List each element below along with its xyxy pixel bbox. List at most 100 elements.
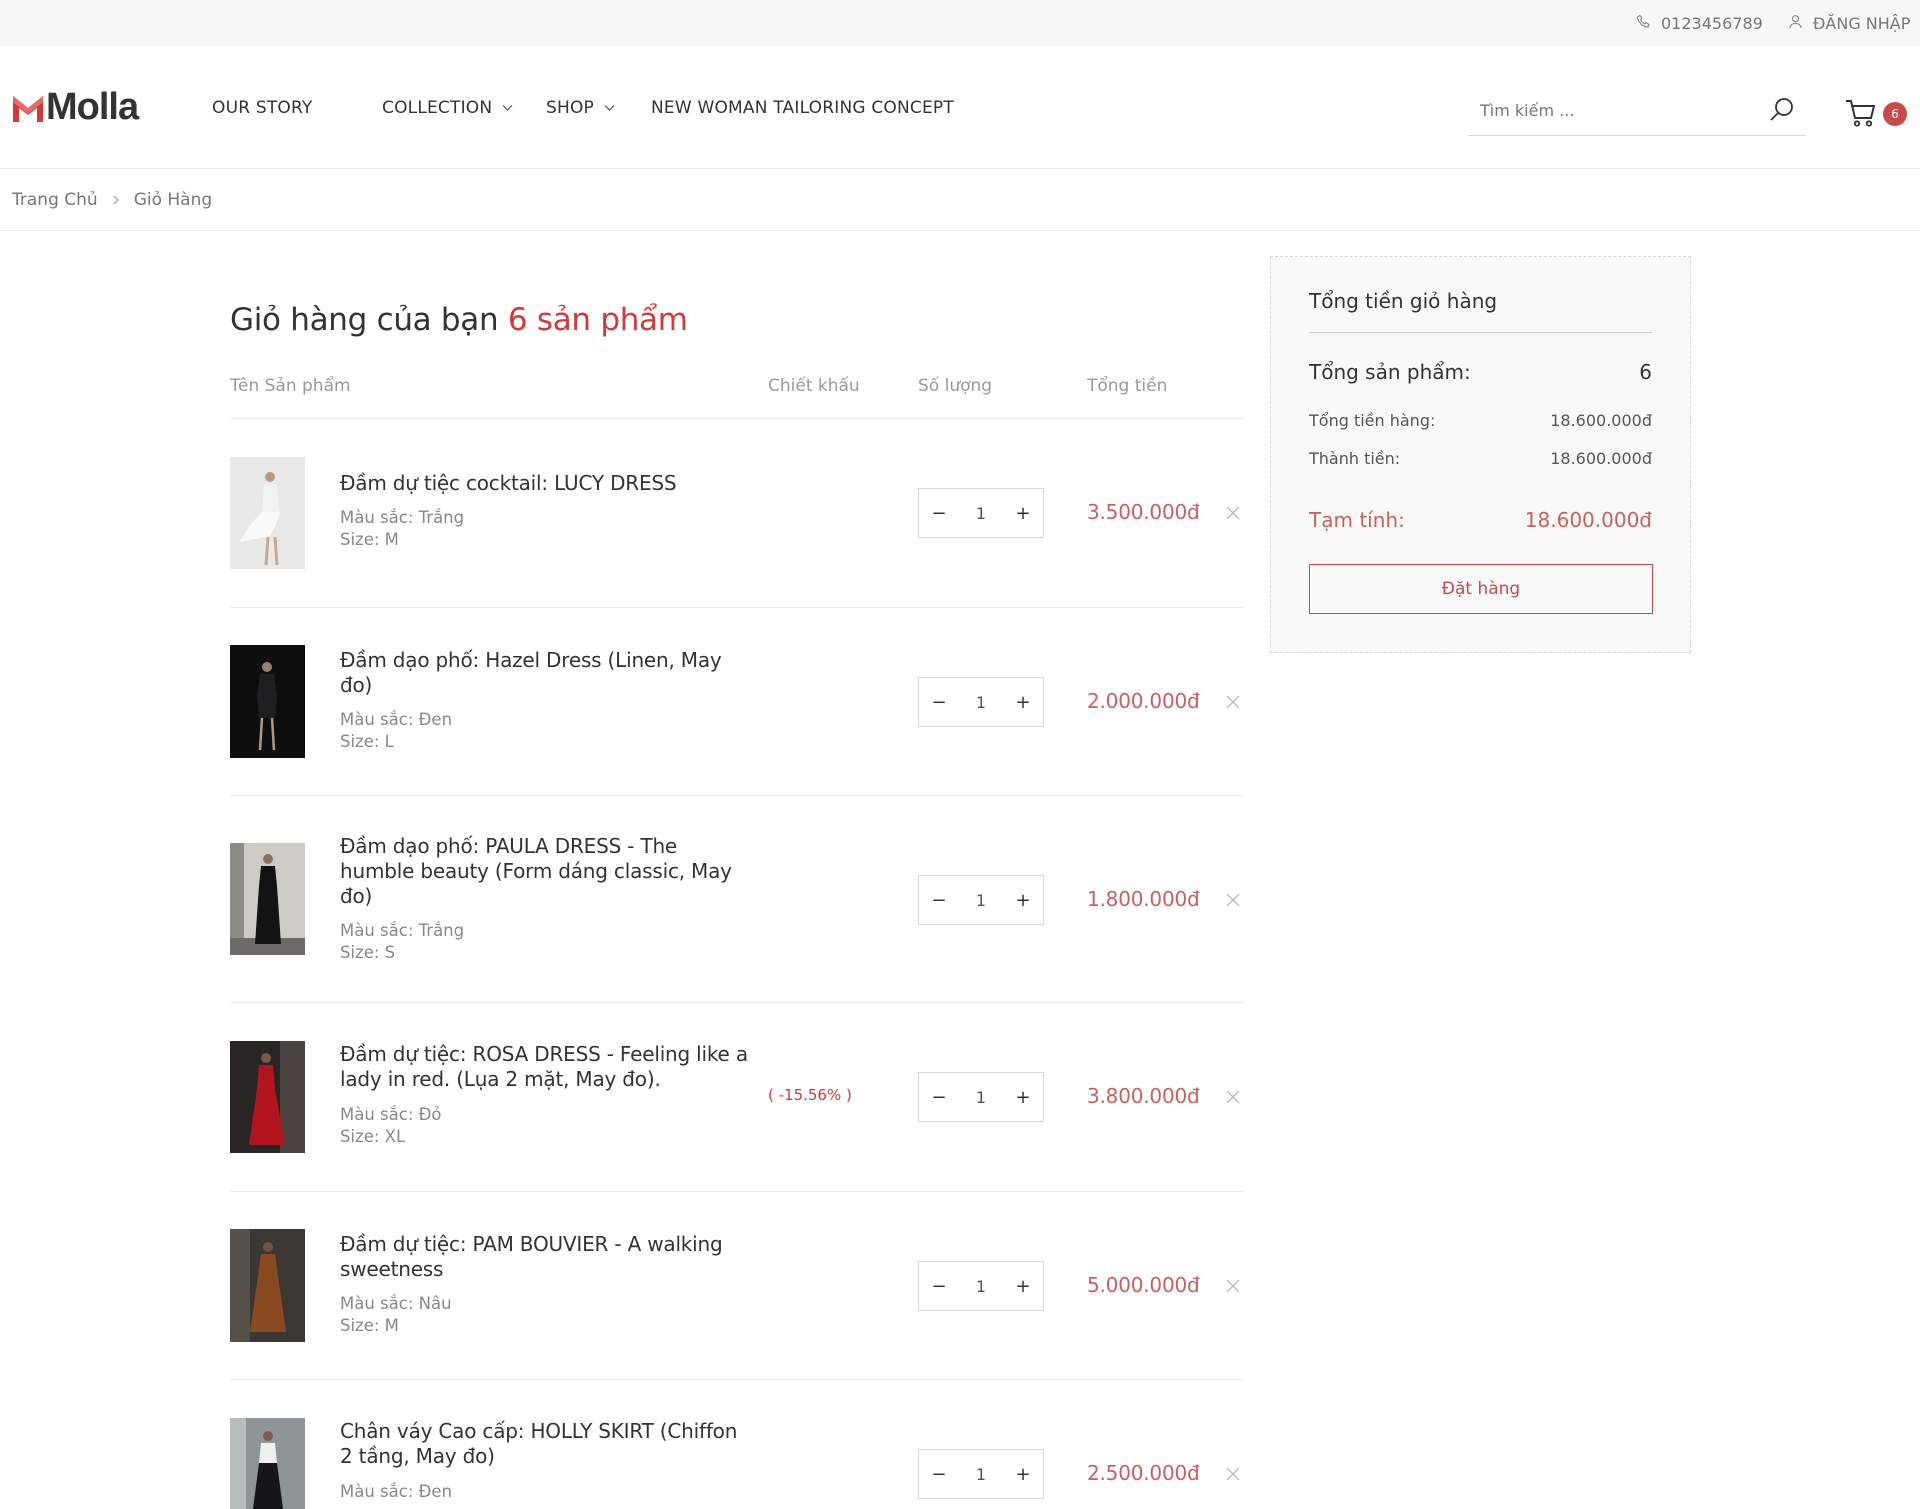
cart-row: Đầm dự tiệc: PAM BOUVIER - A walking swe… [230, 1192, 1244, 1380]
summary-subtotal: Tổng tiền hàng: 18.600.000đ [1309, 411, 1652, 430]
chevron-down-icon [502, 105, 513, 111]
increase-qty-button[interactable]: + [1003, 1073, 1043, 1121]
column-header-quantity: Số lượng [918, 376, 993, 396]
product-name[interactable]: Đầm dự tiệc cocktail: LUCY DRESS [340, 471, 750, 496]
close-icon[interactable] [1224, 1277, 1242, 1295]
cart-summary: Tổng tiền giỏ hàng Tổng sản phẩm: 6 Tổng… [1270, 256, 1691, 653]
user-icon [1788, 14, 1803, 33]
cart-row: Đầm dạo phố: Hazel Dress (Linen, May đo)… [230, 608, 1244, 796]
page-title: Giỏ hàng của bạn 6 sản phẩm [230, 302, 688, 338]
page-title-text: Giỏ hàng của bạn [230, 302, 499, 338]
summary-value: 18.600.000đ [1550, 411, 1652, 430]
increase-qty-button[interactable]: + [1003, 489, 1043, 537]
product-image[interactable] [230, 843, 305, 955]
increase-qty-button[interactable]: + [1003, 876, 1043, 924]
summary-value: 6 [1639, 360, 1652, 384]
quantity-input[interactable] [959, 1464, 1003, 1484]
breadcrumb-current: Giỏ Hàng [133, 190, 213, 210]
product-name[interactable]: Đầm dự tiệc: ROSA DRESS - Feeling like a… [340, 1042, 750, 1092]
decrease-qty-button[interactable]: − [919, 1450, 959, 1498]
product-name[interactable]: Đầm dạo phố: PAULA DRESS - The humble be… [340, 834, 750, 909]
product-name[interactable]: Chân váy Cao cấp: HOLLY SKIRT (Chiffon 2… [340, 1419, 750, 1469]
quantity-input[interactable] [959, 1087, 1003, 1107]
nav-collection[interactable]: COLLECTION [382, 98, 513, 118]
summary-value: 18.600.000đ [1550, 449, 1652, 468]
nav-label: OUR STORY [212, 98, 313, 118]
quantity-stepper: − + [918, 488, 1044, 538]
cart-button[interactable]: 6 [1842, 92, 1912, 132]
divider [1309, 332, 1652, 333]
product-total: 5.000.000đ [1087, 1273, 1200, 1297]
decrease-qty-button[interactable]: − [919, 1073, 959, 1121]
search-box [1468, 84, 1806, 136]
discount-badge: ( -15.56% ) [768, 1086, 852, 1104]
summary-label: Tạm tính: [1309, 508, 1405, 532]
search-input[interactable] [1480, 96, 1750, 124]
product-color: Màu sắc: Trắng [340, 508, 465, 527]
product-name[interactable]: Đầm dạo phố: Hazel Dress (Linen, May đo) [340, 648, 750, 698]
product-image[interactable] [230, 457, 305, 569]
cart-row: Đầm dạo phố: PAULA DRESS - The humble be… [230, 796, 1244, 1003]
quantity-input[interactable] [959, 1276, 1003, 1296]
product-total: 3.800.000đ [1087, 1084, 1200, 1108]
quantity-input[interactable] [959, 890, 1003, 910]
summary-total: Thành tiền: 18.600.000đ [1309, 449, 1652, 468]
product-color: Màu sắc: Trắng [340, 921, 465, 940]
decrease-qty-button[interactable]: − [919, 1262, 959, 1310]
breadcrumb-home[interactable]: Trang Chủ [12, 190, 98, 210]
cart-icon [1846, 100, 1876, 127]
close-icon[interactable] [1224, 1088, 1242, 1106]
product-name[interactable]: Đầm dự tiệc: PAM BOUVIER - A walking swe… [340, 1232, 750, 1282]
close-icon[interactable] [1224, 504, 1242, 522]
site-header: Molla OUR STORY COLLECTION SHOP NEW WOMA… [0, 46, 1920, 169]
column-header-total: Tổng tiền [1087, 376, 1168, 396]
product-total: 3.500.000đ [1087, 500, 1200, 524]
close-icon[interactable] [1224, 693, 1242, 711]
phone-icon [1636, 14, 1651, 33]
increase-qty-button[interactable]: + [1003, 1450, 1043, 1498]
close-icon[interactable] [1224, 1465, 1242, 1483]
quantity-stepper: − + [918, 875, 1044, 925]
decrease-qty-button[interactable]: − [919, 876, 959, 924]
login-label: ĐĂNG NHẬP [1813, 13, 1911, 33]
logo-mark-icon [13, 95, 43, 122]
decrease-qty-button[interactable]: − [919, 678, 959, 726]
phone-link[interactable]: 0123456789 [1636, 0, 1763, 46]
chevron-down-icon [604, 105, 615, 111]
product-size: Size: M [340, 1316, 399, 1335]
phone-number: 0123456789 [1661, 13, 1763, 33]
column-header-discount: Chiết khấu [768, 376, 860, 396]
product-size: Size: S [340, 943, 396, 962]
login-link[interactable]: ĐĂNG NHẬP [1788, 0, 1910, 46]
summary-title: Tổng tiền giỏ hàng [1309, 289, 1498, 313]
quantity-stepper: − + [918, 1261, 1044, 1311]
product-color: Màu sắc: Nâu [340, 1294, 452, 1313]
nav-label: SHOP [546, 98, 595, 118]
summary-label: Thành tiền: [1309, 449, 1401, 468]
increase-qty-button[interactable]: + [1003, 678, 1043, 726]
divider [0, 230, 1920, 231]
nav-tailoring-concept[interactable]: NEW WOMAN TAILORING CONCEPT [651, 98, 954, 118]
product-image[interactable] [230, 1229, 305, 1342]
quantity-stepper: − + [918, 1072, 1044, 1122]
quantity-input[interactable] [959, 503, 1003, 523]
product-image[interactable] [230, 1418, 305, 1509]
product-total: 1.800.000đ [1087, 887, 1200, 911]
top-bar: 0123456789 ĐĂNG NHẬP [0, 0, 1920, 46]
nav-label: COLLECTION [382, 98, 493, 118]
decrease-qty-button[interactable]: − [919, 489, 959, 537]
product-size: Size: XL [340, 1127, 406, 1146]
nav-shop[interactable]: SHOP [546, 98, 615, 118]
summary-label: Tổng sản phẩm: [1309, 360, 1471, 384]
quantity-input[interactable] [959, 692, 1003, 712]
increase-qty-button[interactable]: + [1003, 1262, 1043, 1310]
nav-our-story[interactable]: OUR STORY [212, 98, 313, 118]
product-image[interactable] [230, 1041, 305, 1153]
search-icon[interactable] [1768, 96, 1796, 124]
product-image[interactable] [230, 645, 305, 758]
summary-value: 18.600.000đ [1524, 508, 1652, 532]
cart-row: Đầm dự tiệc: ROSA DRESS - Feeling like a… [230, 1003, 1244, 1192]
logo[interactable]: Molla [12, 86, 139, 129]
close-icon[interactable] [1224, 891, 1242, 909]
place-order-button[interactable]: Đặt hàng [1309, 564, 1653, 614]
